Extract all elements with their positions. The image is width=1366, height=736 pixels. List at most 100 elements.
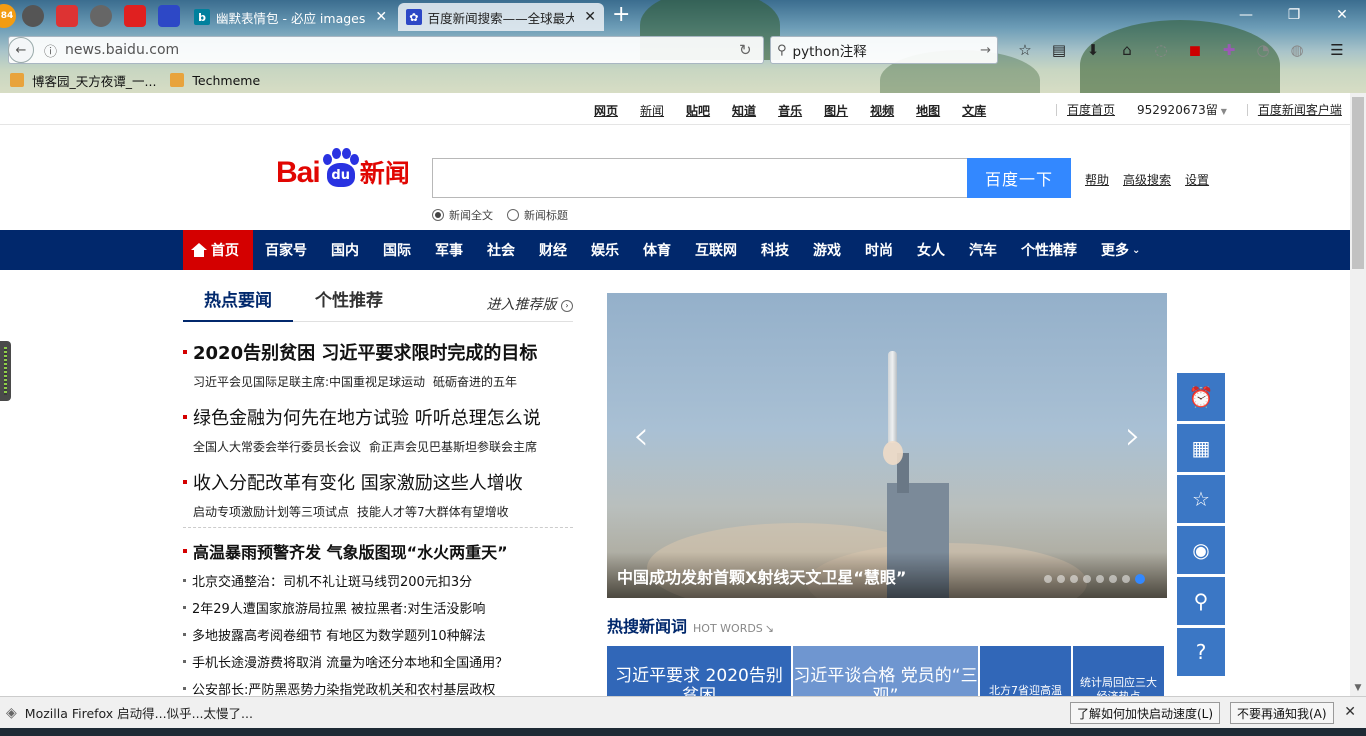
channel-baijiahao[interactable]: 百家号	[253, 230, 319, 270]
list-item[interactable]: 2年29人遭国家旅游局拉黑 被拉黑者:对生活没影响	[183, 594, 508, 621]
channel-domestic[interactable]: 国内	[319, 230, 371, 270]
pocket-icon[interactable]: ◌	[1144, 38, 1178, 62]
maximize-icon[interactable]: ❐	[1270, 0, 1318, 30]
nav-link-tieba[interactable]: 贴吧	[686, 102, 710, 119]
close-window-icon[interactable]: ✕	[1318, 0, 1366, 30]
home-icon[interactable]: ⌂	[1110, 38, 1144, 62]
page-scrollbar[interactable]: ▲ ▼	[1350, 93, 1366, 696]
nav-link-map[interactable]: 地图	[916, 102, 940, 119]
carousel-dot[interactable]	[1096, 575, 1104, 583]
user-menu[interactable]: 952920673留 ▼	[1137, 101, 1227, 118]
channel-fashion[interactable]: 时尚	[853, 230, 905, 270]
carousel-next-arrow-icon[interactable]: ›	[1125, 413, 1141, 459]
radio-title[interactable]: 新闻标题	[507, 207, 568, 223]
channel-women[interactable]: 女人	[905, 230, 957, 270]
channel-games[interactable]: 游戏	[801, 230, 853, 270]
alert-icon[interactable]: ⏰	[1177, 373, 1225, 421]
channel-finance[interactable]: 财经	[527, 230, 579, 270]
url-bar[interactable]: ← ⓘ news.baidu.com ↻	[8, 36, 764, 64]
bookmark-item[interactable]: 博客园_天方夜谭_一...	[10, 71, 156, 90]
help-icon[interactable]: ?	[1177, 628, 1225, 676]
carousel-dot[interactable]	[1044, 575, 1052, 583]
list-item[interactable]: 手机长途漫游费将取消 流量为啥还分本地和全国通用？	[183, 648, 508, 675]
minimize-icon[interactable]: —	[1222, 0, 1270, 30]
tab-baidu-news[interactable]: ✿ 百度新闻搜索——全球最大 ✕	[398, 3, 604, 31]
nav-link-images[interactable]: 图片	[824, 102, 848, 119]
extension-color-icon[interactable]: ✚	[1212, 38, 1246, 62]
list-item[interactable]: 北京交通整治：司机不礼让斑马线罚200元扣3分	[183, 567, 508, 594]
hotword-tile[interactable]: 习近平谈合格 党员的“三观”	[793, 646, 978, 696]
scroll-down-icon[interactable]: ▼	[1350, 680, 1366, 696]
browser-search-bar[interactable]: ⚲ python注释 →	[770, 36, 998, 64]
list-item[interactable]: 公安部长:严防黑恶势力染指党政机关和农村基层政权	[183, 675, 508, 696]
qr-code-icon[interactable]: ▦	[1177, 424, 1225, 472]
back-arrow-icon[interactable]: ←	[8, 37, 34, 63]
extension-icon[interactable]: ◼	[1178, 38, 1212, 62]
carousel-dot-active[interactable]	[1135, 574, 1145, 584]
channel-home[interactable]: 首页	[183, 230, 253, 270]
nav-link-zhidao[interactable]: 知道	[732, 102, 756, 119]
url-text[interactable]: news.baidu.com	[65, 42, 739, 58]
sub-link[interactable]: 启动专项激励计划等三项试点	[193, 505, 349, 519]
sync-icon[interactable]: ◍	[1280, 38, 1314, 62]
star-icon[interactable]: ☆	[1177, 475, 1225, 523]
image-carousel[interactable]: ‹ › 中国成功发射首颗X射线天文卫星“慧眼”	[607, 293, 1167, 598]
channel-sports[interactable]: 体育	[631, 230, 683, 270]
pinned-tab-icon[interactable]	[158, 5, 180, 27]
channel-international[interactable]: 国际	[371, 230, 423, 270]
close-icon[interactable]: ✕	[1344, 704, 1356, 720]
channel-military[interactable]: 军事	[423, 230, 475, 270]
help-link[interactable]: 帮助	[1085, 171, 1109, 188]
hotword-tile[interactable]: 北方7省迎高温	[980, 646, 1071, 696]
reading-list-icon[interactable]: ▤	[1042, 38, 1076, 62]
tab-personal[interactable]: 个性推荐	[315, 286, 383, 316]
close-icon[interactable]: ✕	[375, 9, 387, 25]
carousel-dot[interactable]	[1057, 575, 1065, 583]
headline-title[interactable]: 绿色金融为何先在地方试验 听听总理怎么说	[183, 404, 545, 430]
sub-link[interactable]: 习近平会见国际足联主席:中国重视足球运动	[193, 375, 425, 389]
pinned-tab-icon[interactable]	[22, 5, 44, 27]
channel-entertainment[interactable]: 娱乐	[579, 230, 631, 270]
hamburger-menu-icon[interactable]: ☰	[1320, 38, 1354, 62]
sub-link[interactable]: 全国人大常委会举行委员长会议	[193, 440, 361, 454]
eye-icon[interactable]: ◉	[1177, 526, 1225, 574]
search-icon[interactable]: ⚲	[1177, 577, 1225, 625]
sub-link[interactable]: 俞正声会见巴基斯坦参联会主席	[369, 440, 537, 454]
client-download-link[interactable]: 百度新闻客户端	[1258, 101, 1342, 118]
advanced-search-link[interactable]: 高级搜索	[1123, 171, 1171, 188]
caption-text[interactable]: 中国成功发射首颗X射线天文卫星“慧眼”	[617, 564, 906, 588]
learn-speedup-button[interactable]: 了解如何加快启动速度(L)	[1070, 702, 1221, 724]
scroll-thumb[interactable]	[1352, 97, 1364, 269]
headline-title[interactable]: 高温暴雨预警齐发 气象版图现“水火两重天”	[183, 539, 508, 563]
close-icon[interactable]: ✕	[584, 9, 596, 25]
pinned-tab-icon[interactable]	[90, 5, 112, 27]
side-panel-handle[interactable]	[0, 341, 11, 401]
sub-link[interactable]: 砥砺奋进的五年	[433, 375, 517, 389]
download-icon[interactable]: ⬇	[1076, 38, 1110, 62]
dont-notify-button[interactable]: 不要再通知我(A)	[1230, 702, 1334, 724]
carousel-dot[interactable]	[1070, 575, 1078, 583]
channel-more[interactable]: 更多 ⌄	[1089, 230, 1152, 270]
channel-tech[interactable]: 科技	[749, 230, 801, 270]
headline-title[interactable]: 2020告别贫困 习近平要求限时完成的目标	[183, 339, 537, 365]
list-item[interactable]: 多地披露高考阅卷细节 有地区为数学题列10种解法	[183, 621, 508, 648]
reload-icon[interactable]: ↻	[739, 41, 763, 59]
carousel-prev-arrow-icon[interactable]: ‹	[633, 413, 649, 459]
tab-hot-news[interactable]: 热点要闻	[183, 286, 293, 322]
notification-count-badge[interactable]: 84	[0, 4, 16, 28]
channel-internet[interactable]: 互联网	[683, 230, 749, 270]
info-icon[interactable]: ⓘ	[44, 41, 57, 60]
extension-icon[interactable]: ◔	[1246, 38, 1280, 62]
baidu-news-logo[interactable]: Bai du 新闻	[276, 148, 410, 188]
bookmark-item[interactable]: Techmeme	[170, 73, 260, 88]
nav-link-video[interactable]: 视频	[870, 102, 894, 119]
bookmark-star-icon[interactable]: ☆	[1008, 38, 1042, 62]
nav-link-wenku[interactable]: 文库	[962, 102, 986, 119]
headline-title[interactable]: 收入分配改革有变化 国家激励这些人增收	[183, 469, 523, 495]
search-query[interactable]: python注释	[793, 40, 981, 60]
carousel-dot[interactable]	[1083, 575, 1091, 583]
baidu-home-link[interactable]: 百度首页	[1067, 101, 1115, 118]
news-search-input[interactable]	[432, 158, 968, 198]
channel-society[interactable]: 社会	[475, 230, 527, 270]
carousel-dot[interactable]	[1122, 575, 1130, 583]
